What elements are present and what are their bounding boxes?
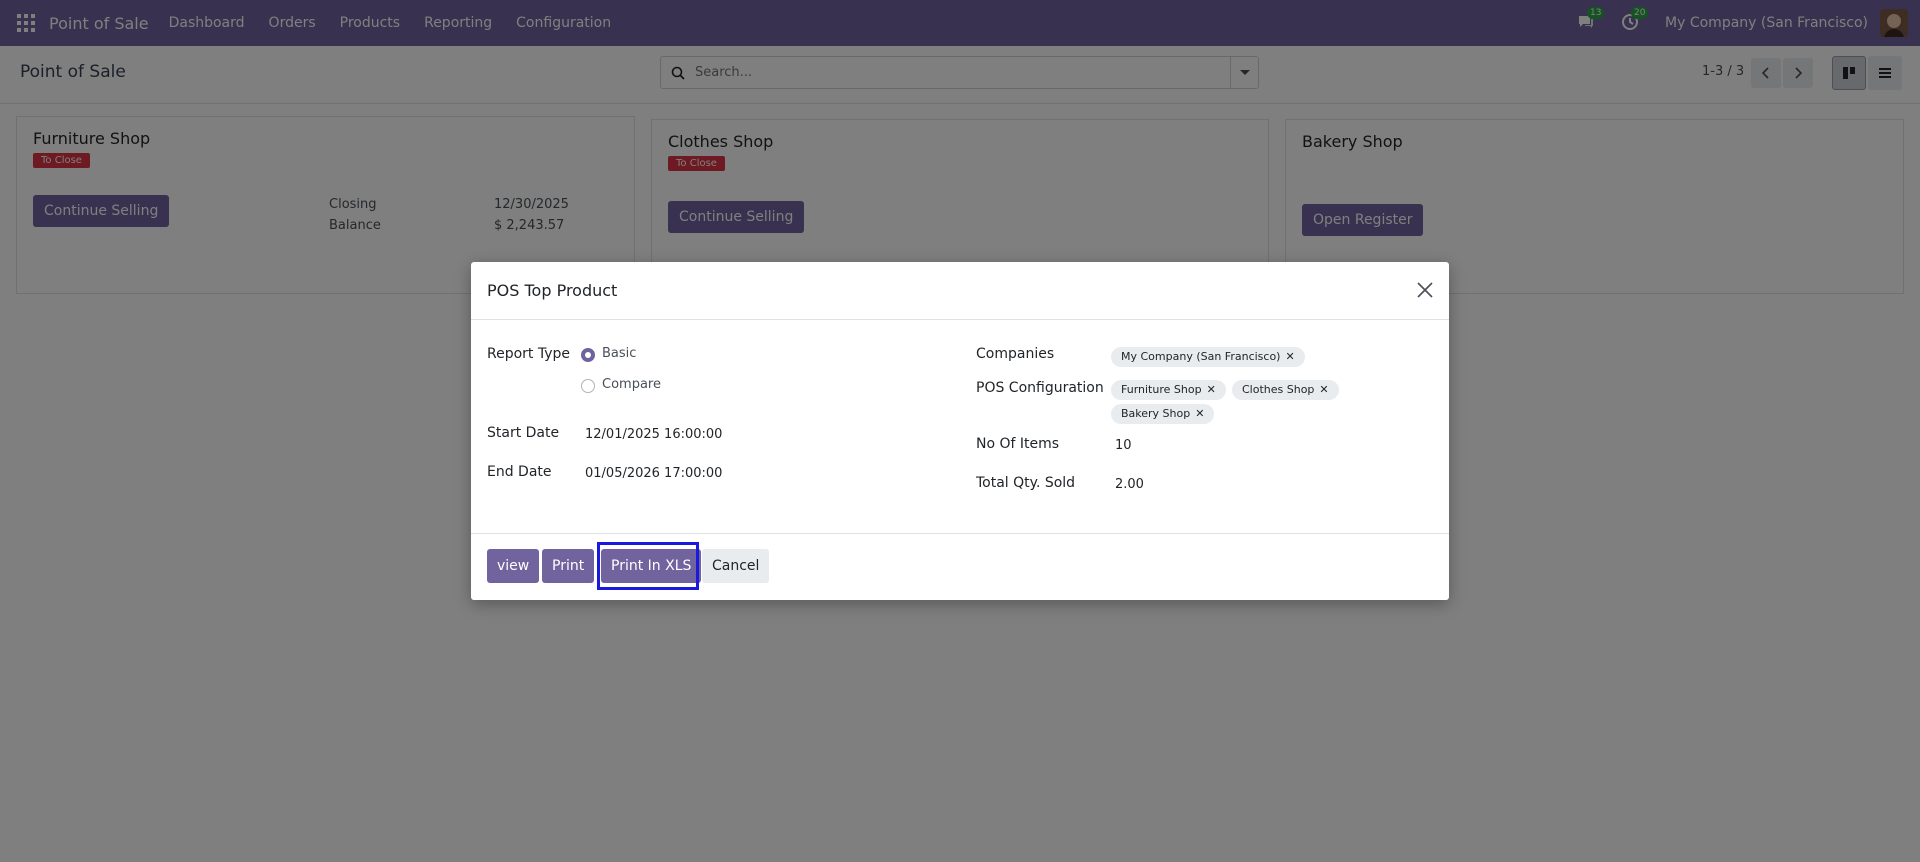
remove-tag-icon[interactable]: ✕ <box>1195 407 1204 420</box>
remove-tag-icon[interactable]: ✕ <box>1207 383 1216 396</box>
pos-config-tag: Furniture Shop ✕ <box>1111 380 1226 400</box>
remove-tag-icon[interactable]: ✕ <box>1285 350 1294 363</box>
report-type-label: Report Type <box>487 346 571 362</box>
print-button[interactable]: Print <box>542 549 595 583</box>
total-qty-sold-field[interactable]: 2.00 <box>1115 477 1144 492</box>
companies-label: Companies <box>976 346 1055 362</box>
company-tag: My Company (San Francisco) ✕ <box>1111 347 1305 367</box>
pos-config-tag: Bakery Shop ✕ <box>1111 404 1215 424</box>
report-type-compare-label[interactable]: Compare <box>602 377 661 392</box>
pos-configuration-label: POS Configuration <box>976 380 1104 396</box>
end-date-label: End Date <box>487 464 552 480</box>
pos-top-product-dialog: POS Top Product Report Type Basic Compar… <box>471 262 1449 600</box>
modal-body: Report Type Basic Compare Start Date 12/… <box>471 320 1449 534</box>
report-type-basic-label[interactable]: Basic <box>602 346 636 361</box>
start-date-field[interactable]: 12/01/2025 16:00:00 <box>585 427 722 442</box>
report-type-compare-radio[interactable] <box>581 379 595 393</box>
total-qty-sold-label: Total Qty. Sold <box>976 475 1076 491</box>
tag-label: My Company (San Francisco) <box>1121 350 1281 363</box>
modal-title: POS Top Product <box>487 281 618 300</box>
view-button[interactable]: view <box>487 549 540 583</box>
no-of-items-label: No Of Items <box>976 436 1060 452</box>
remove-tag-icon[interactable]: ✕ <box>1319 383 1328 396</box>
report-type-basic-radio[interactable] <box>581 348 595 362</box>
modal-footer: view Print Print In XLS Cancel <box>471 534 1449 600</box>
no-of-items-field[interactable]: 10 <box>1115 438 1132 453</box>
start-date-label: Start Date <box>487 425 560 441</box>
cancel-button[interactable]: Cancel <box>702 549 770 583</box>
modal-header: POS Top Product <box>471 262 1449 320</box>
close-icon[interactable] <box>1415 280 1435 300</box>
tag-label: Furniture Shop <box>1121 383 1202 396</box>
tag-label: Bakery Shop <box>1121 407 1191 420</box>
pos-config-tag: Clothes Shop ✕ <box>1232 380 1339 400</box>
tag-label: Clothes Shop <box>1242 383 1315 396</box>
end-date-field[interactable]: 01/05/2026 17:00:00 <box>585 466 722 481</box>
print-in-xls-button[interactable]: Print In XLS <box>601 549 702 583</box>
